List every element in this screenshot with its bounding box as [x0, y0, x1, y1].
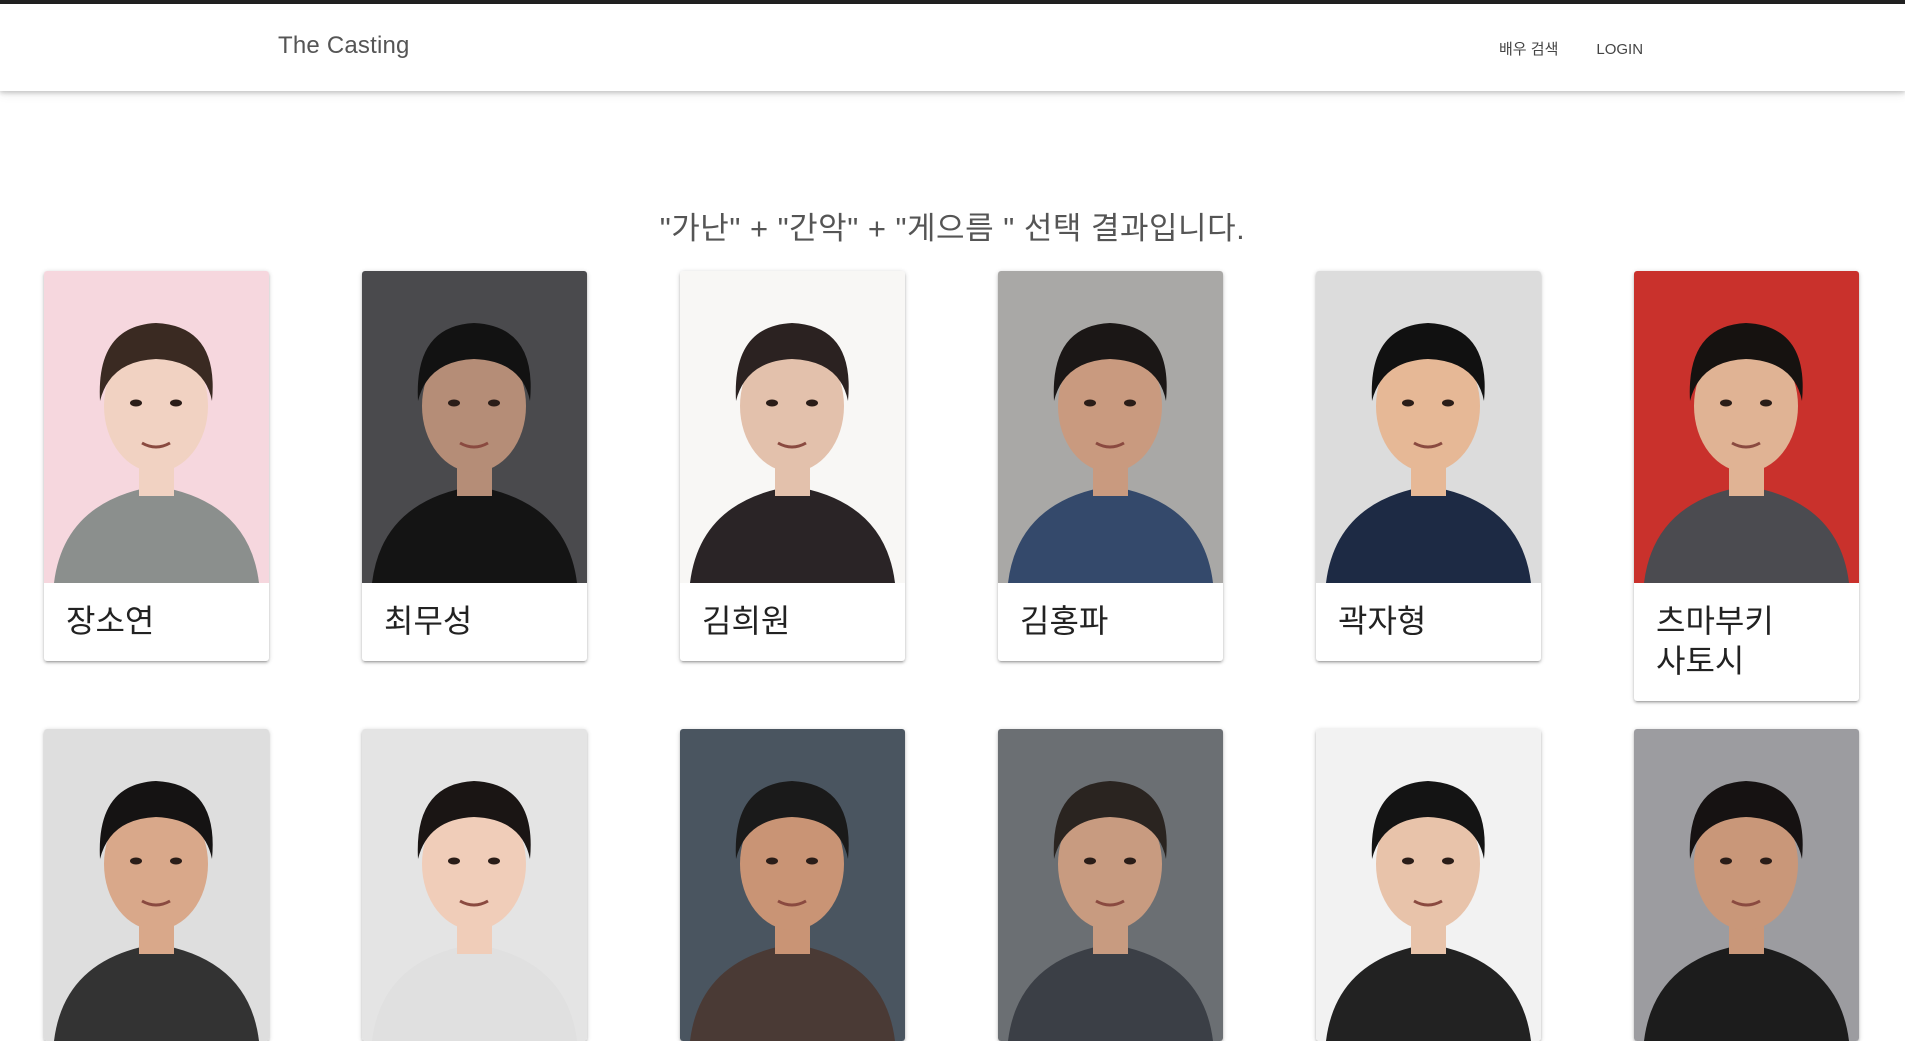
- actor-name[interactable]: 최무성: [362, 583, 587, 661]
- actor-card[interactable]: [1316, 729, 1541, 1041]
- actor-name[interactable]: 츠마부키 사토시: [1634, 583, 1859, 701]
- actor-photo: [362, 271, 587, 583]
- portrait-image: [1634, 271, 1859, 583]
- nav-login-link[interactable]: LOGIN: [1577, 38, 1662, 62]
- actor-photo: [1316, 271, 1541, 583]
- actor-photo: [1316, 729, 1541, 1041]
- actor-card[interactable]: 곽자형: [1316, 271, 1541, 661]
- portrait-image: [362, 729, 587, 1041]
- actor-card[interactable]: [362, 729, 587, 1041]
- actor-card[interactable]: 김희원: [680, 271, 905, 661]
- portrait-image: [1316, 729, 1541, 1041]
- actor-name[interactable]: 장소연: [44, 583, 269, 661]
- nav-links: 배우 검색 LOGIN: [1480, 38, 1662, 62]
- actor-photo: [998, 729, 1223, 1041]
- portrait-image: [44, 271, 269, 583]
- actor-card[interactable]: 최무성: [362, 271, 587, 661]
- navbar: The Casting 배우 검색 LOGIN: [0, 4, 1905, 91]
- actor-photo: [44, 271, 269, 583]
- actor-card[interactable]: [1634, 729, 1859, 1041]
- brand-logo-link[interactable]: The Casting: [278, 32, 410, 60]
- actor-name[interactable]: 김홍파: [998, 583, 1223, 661]
- actor-photo: [680, 271, 905, 583]
- portrait-image: [362, 271, 587, 583]
- actor-photo: [1634, 271, 1859, 583]
- actor-photo: [44, 729, 269, 1041]
- portrait-image: [1316, 271, 1541, 583]
- actor-photo: [362, 729, 587, 1041]
- portrait-image: [680, 271, 905, 583]
- actor-name[interactable]: 곽자형: [1316, 583, 1541, 661]
- actor-card[interactable]: 츠마부키 사토시: [1634, 271, 1859, 701]
- actor-name[interactable]: 김희원: [680, 583, 905, 661]
- actor-photo: [680, 729, 905, 1041]
- portrait-image: [998, 729, 1223, 1041]
- actor-card[interactable]: 김홍파: [998, 271, 1223, 661]
- portrait-image: [1634, 729, 1859, 1041]
- portrait-image: [680, 729, 905, 1041]
- actor-card[interactable]: 장소연: [44, 271, 269, 661]
- actor-card[interactable]: [44, 729, 269, 1041]
- actor-photo: [1634, 729, 1859, 1041]
- result-heading: "가난" + "간악" + "게으름 " 선택 결과입니다.: [659, 211, 1246, 247]
- portrait-image: [44, 729, 269, 1041]
- portrait-image: [998, 271, 1223, 583]
- actor-card[interactable]: [680, 729, 905, 1041]
- actor-card[interactable]: [998, 729, 1223, 1041]
- actor-photo: [998, 271, 1223, 583]
- nav-actor-search-link[interactable]: 배우 검색: [1480, 38, 1577, 62]
